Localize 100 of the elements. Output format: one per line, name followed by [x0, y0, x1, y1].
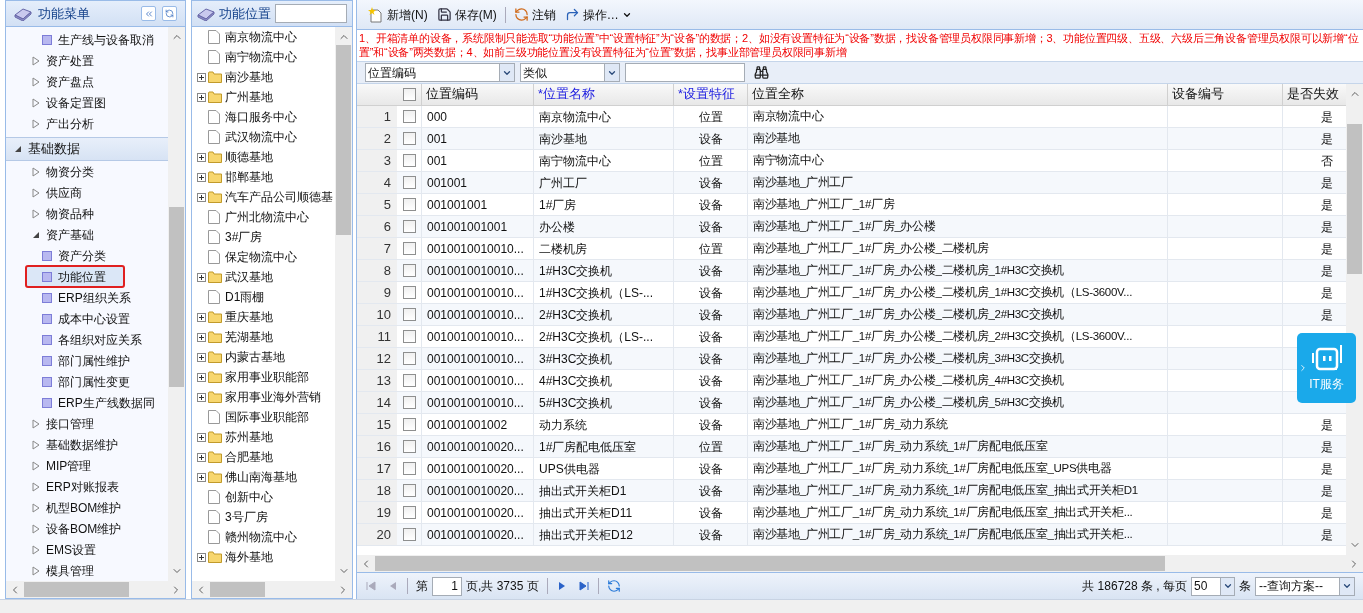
checkbox[interactable] [402, 264, 416, 277]
checkbox[interactable] [402, 352, 416, 365]
expand-icon[interactable] [197, 472, 206, 482]
expand-icon[interactable] [197, 332, 206, 342]
scrollbar[interactable] [335, 27, 352, 581]
collapsed-arrow-icon[interactable] [32, 55, 40, 66]
column-header[interactable]: *设置特征 [673, 84, 747, 105]
tree-node[interactable]: 保定物流中心 [192, 247, 335, 267]
tree-node[interactable]: 南京物流中心 [192, 27, 335, 47]
checkbox[interactable] [402, 132, 416, 145]
tree-node[interactable]: 内蒙古基地 [192, 347, 335, 367]
expand-icon[interactable] [197, 432, 206, 442]
checkbox[interactable] [402, 462, 416, 475]
checkbox[interactable] [402, 374, 416, 387]
scrollbar[interactable] [168, 27, 185, 581]
checkbox[interactable] [402, 396, 416, 409]
menu-item[interactable]: 资产基础 [6, 224, 168, 245]
menu-item[interactable]: EMS设置 [6, 539, 168, 560]
search-field[interactable] [275, 4, 347, 23]
menu-item[interactable]: ERP组织关系 [26, 287, 166, 308]
toolbar-button[interactable]: 新增(N) [365, 3, 431, 26]
tree-node[interactable]: 3#厂房 [192, 227, 335, 247]
checkbox[interactable] [402, 110, 416, 123]
section-header[interactable]: 基础数据 [6, 137, 168, 161]
collapsed-arrow-icon[interactable] [32, 439, 40, 450]
tree-node[interactable]: 汽车产品公司顺德基 [192, 187, 335, 207]
collapsed-arrow-icon[interactable] [32, 565, 40, 576]
tree-node[interactable]: 邯郸基地 [192, 167, 335, 187]
expand-icon[interactable] [197, 172, 206, 182]
tree-node[interactable]: D1雨棚 [192, 287, 335, 307]
collapsed-arrow-icon[interactable] [32, 118, 40, 129]
field-select[interactable]: 位置编码 [365, 63, 515, 82]
menu-item[interactable]: 机型BOM维护 [6, 497, 168, 518]
expanded-arrow-icon[interactable] [32, 230, 40, 239]
tree-node[interactable]: 合肥基地 [192, 447, 335, 467]
tree-node[interactable]: 家用事业海外营销 [192, 387, 335, 407]
expand-icon[interactable] [197, 272, 206, 282]
menu-item[interactable]: 资产处置 [6, 50, 168, 71]
tree-node[interactable]: 海外基地 [192, 547, 335, 567]
page-input[interactable]: 1 [432, 576, 462, 596]
checkbox[interactable] [402, 506, 416, 519]
column-header[interactable]: 位置全称 [747, 84, 1167, 105]
column-header[interactable]: 是否失效 [1282, 84, 1338, 105]
tree-node[interactable]: 顺德基地 [192, 147, 335, 167]
last-page-icon[interactable] [577, 580, 590, 592]
expand-icon[interactable] [197, 452, 206, 462]
expand-icon[interactable] [197, 392, 206, 402]
horizontal-scrollbar[interactable] [357, 555, 1363, 572]
menu-item[interactable]: 资产分类 [26, 245, 166, 266]
tree-node[interactable]: 武汉基地 [192, 267, 335, 287]
toolbar-button[interactable]: 操作… [561, 3, 635, 26]
tree-node[interactable]: 赣州物流中心 [192, 527, 335, 547]
collapsed-arrow-icon[interactable] [32, 208, 40, 219]
collapsed-arrow-icon[interactable] [32, 187, 40, 198]
tree-node[interactable]: 芜湖基地 [192, 327, 335, 347]
column-header[interactable]: 设备编号 [1167, 84, 1282, 105]
checkbox[interactable] [402, 242, 416, 255]
column-header[interactable]: *位置名称 [533, 84, 673, 105]
checkbox[interactable] [402, 220, 416, 233]
refresh-button[interactable] [162, 6, 177, 21]
menu-item[interactable]: 各组织对应关系 [26, 329, 166, 350]
menu-item[interactable]: MIP管理 [6, 455, 168, 476]
tree-node[interactable]: 海口服务中心 [192, 107, 335, 127]
first-page-icon[interactable] [365, 580, 377, 592]
expand-icon[interactable] [197, 352, 206, 362]
menu-item[interactable]: ERP对账报表 [6, 476, 168, 497]
expand-icon[interactable] [197, 92, 206, 102]
expand-icon[interactable] [197, 372, 206, 382]
checkbox[interactable] [402, 154, 416, 167]
menu-item[interactable]: 物资分类 [6, 161, 168, 182]
checkbox[interactable] [402, 308, 416, 321]
checkbox[interactable] [402, 286, 416, 299]
checkbox[interactable] [402, 418, 416, 431]
collapsed-arrow-icon[interactable] [32, 76, 40, 87]
tree-node[interactable]: 创新中心 [192, 487, 335, 507]
toolbar-button[interactable]: 保存(M) [433, 3, 500, 26]
menu-item[interactable]: 功能位置 [26, 266, 124, 287]
tree-node[interactable]: 国际事业职能部 [192, 407, 335, 427]
scrollbar[interactable] [1346, 84, 1363, 555]
menu-item[interactable]: 设备定置图 [6, 92, 168, 113]
menu-item[interactable]: 模具管理 [6, 560, 168, 581]
collapse-button[interactable] [141, 6, 156, 21]
expand-icon[interactable] [197, 552, 206, 562]
menu-item[interactable]: 生产线与设备取消 [26, 29, 166, 50]
horizontal-scrollbar[interactable] [192, 581, 352, 598]
menu-item[interactable]: 供应商 [6, 182, 168, 203]
menu-item[interactable]: 资产盘点 [6, 71, 168, 92]
menu-item[interactable]: 部门属性变更 [26, 371, 166, 392]
column-header[interactable]: 位置编码 [421, 84, 533, 105]
tree-node[interactable]: 3号厂房 [192, 507, 335, 527]
checkbox[interactable] [402, 528, 416, 541]
expanded-arrow-icon[interactable] [14, 145, 22, 153]
menu-item[interactable]: 接口管理 [6, 413, 168, 434]
menu-item[interactable]: ERP生产线数据同 [26, 392, 166, 413]
page-size-select[interactable]: 50 [1191, 576, 1235, 596]
collapsed-arrow-icon[interactable] [32, 481, 40, 492]
expand-icon[interactable] [197, 72, 206, 82]
checkbox[interactable] [402, 440, 416, 453]
horizontal-scrollbar[interactable] [6, 581, 185, 598]
menu-item[interactable]: 设备BOM维护 [6, 518, 168, 539]
